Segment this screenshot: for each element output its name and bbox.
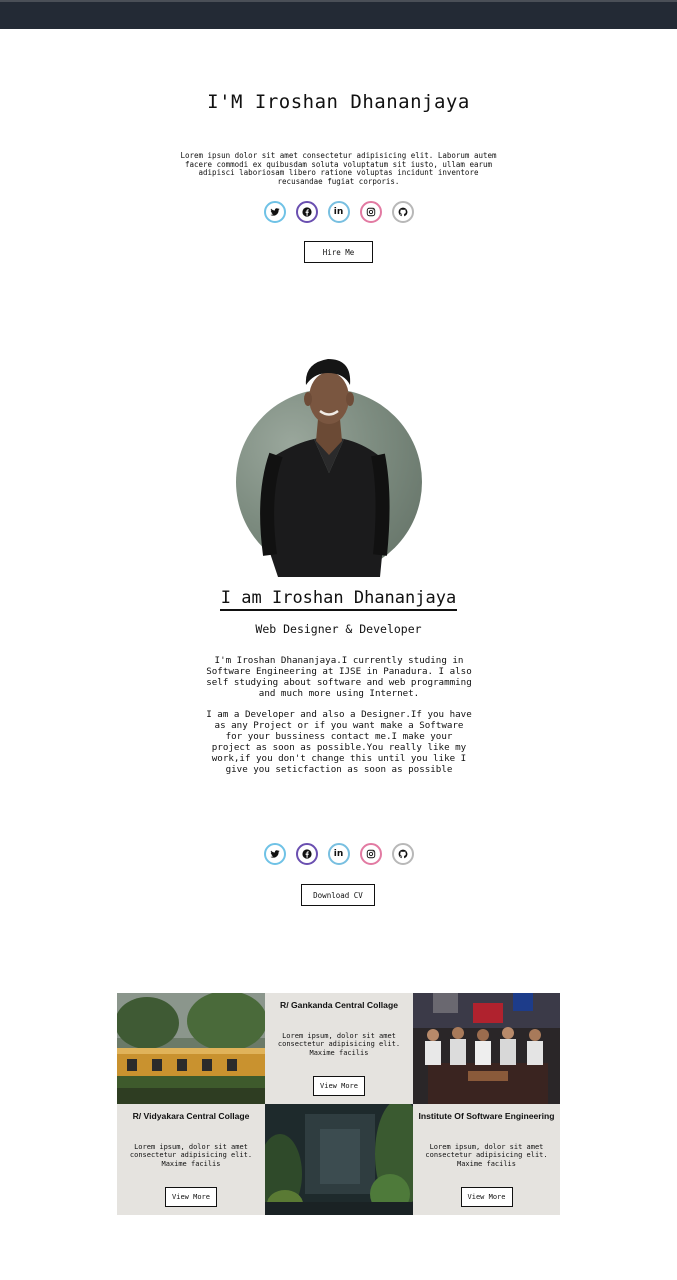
twitter-icon[interactable] [263, 843, 286, 865]
education-card-title: R/ Gankanda Central Collage [280, 1000, 398, 1010]
about-paragraph-2: I am a Developer and also a Designer.If … [206, 709, 472, 775]
education-card-text: Lorem ipsum, dolor sit amet consectetur … [129, 1143, 253, 1168]
about-social-links: in [0, 843, 677, 865]
hire-me-button[interactable]: Hire Me [304, 241, 373, 263]
education-card-text: Lorem ipsum, dolor sit amet consectetur … [277, 1032, 401, 1057]
linkedin-icon[interactable]: in [327, 843, 350, 865]
hero-title: I'M Iroshan Dhananjaya [207, 91, 470, 113]
garden-photo-image [265, 1104, 413, 1215]
hero-description: Lorem ipsun dolor sit amet consectetur a… [180, 151, 497, 186]
profile-photo [236, 355, 422, 577]
school-photo-image [117, 993, 265, 1104]
view-more-button[interactable]: View More [165, 1187, 217, 1207]
education-grid: R/ Gankanda Central Collage Lorem ipsum,… [117, 993, 560, 1215]
linkedin-icon[interactable]: in [327, 201, 350, 223]
education-card: R/ Vidyakara Central Collage Lorem ipsum… [117, 1104, 265, 1215]
github-icon[interactable] [391, 201, 414, 223]
facebook-icon[interactable] [295, 201, 318, 223]
about-name-heading: I am Iroshan Dhananjaya [0, 588, 677, 611]
browser-top-bar [0, 0, 677, 29]
instagram-icon[interactable] [359, 843, 382, 865]
view-more-button[interactable]: View More [460, 1187, 513, 1207]
education-card-text: Lorem ipsum, dolor sit amet consectetur … [425, 1143, 548, 1168]
download-cv-button[interactable]: Download CV [301, 884, 375, 906]
education-card: Institute Of Software Engineering Lorem … [413, 1104, 560, 1215]
education-card: R/ Gankanda Central Collage Lorem ipsum,… [265, 993, 413, 1104]
view-more-button[interactable]: View More [313, 1076, 365, 1096]
instagram-icon[interactable] [359, 201, 382, 223]
education-card-title: Institute Of Software Engineering [418, 1111, 555, 1121]
about-role: Web Designer & Developer [255, 622, 422, 636]
twitter-icon[interactable] [263, 201, 286, 223]
hero-social-links: in [0, 201, 677, 223]
github-icon[interactable] [391, 843, 414, 865]
about-paragraph-1: I'm Iroshan Dhananjaya.I currently studi… [206, 655, 472, 699]
group-photo-image [413, 993, 560, 1104]
facebook-icon[interactable] [295, 843, 318, 865]
education-card-title: R/ Vidyakara Central Collage [132, 1111, 250, 1121]
